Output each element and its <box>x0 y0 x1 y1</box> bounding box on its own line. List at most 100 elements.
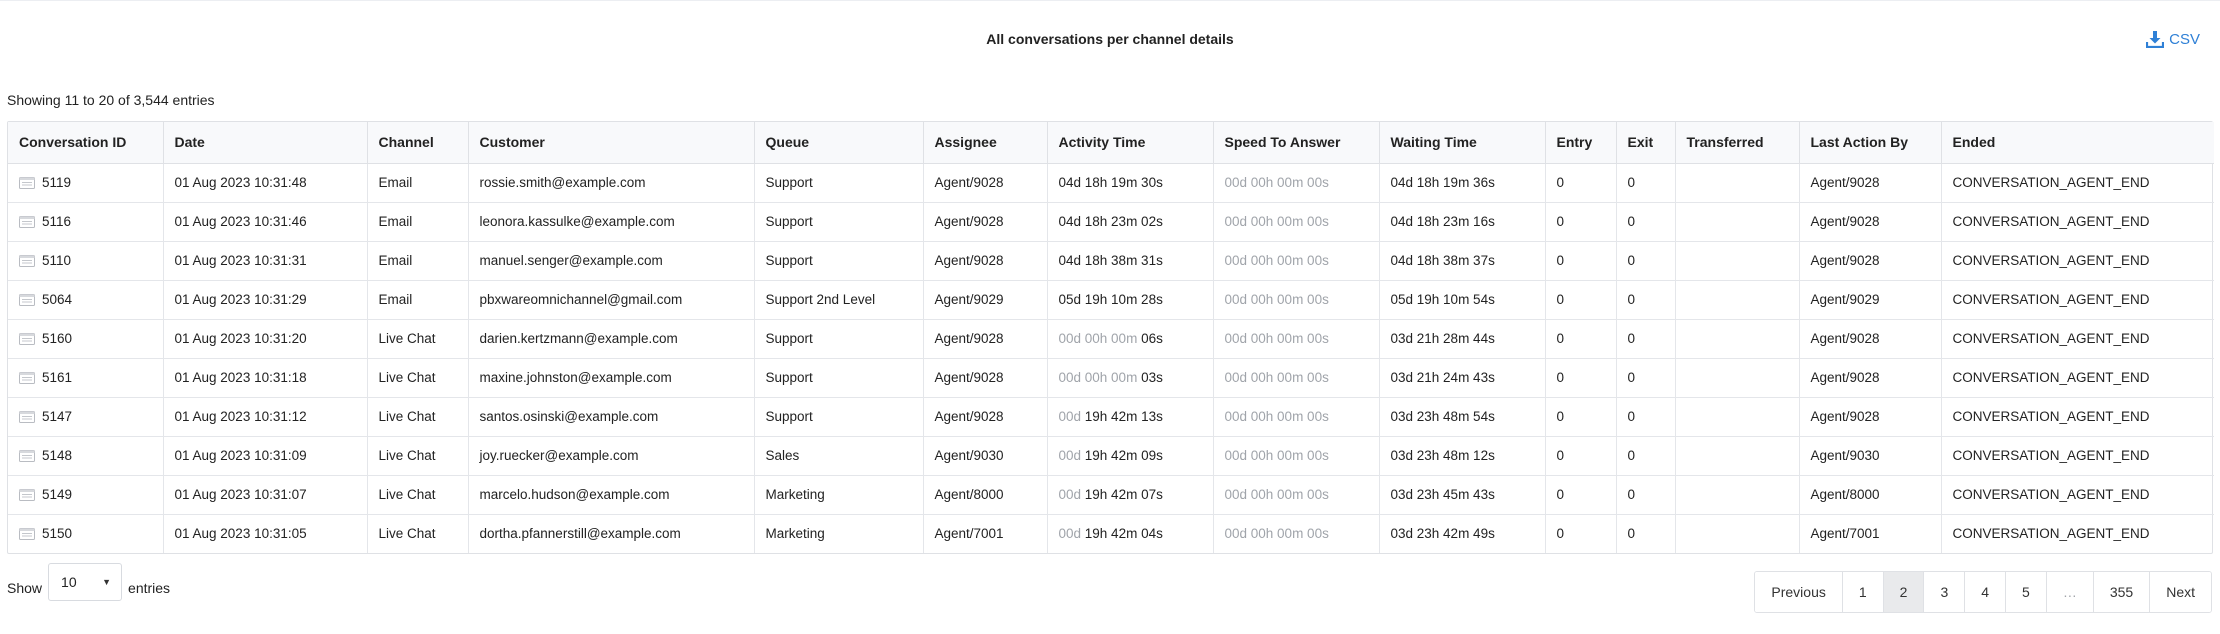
cell-channel: Live Chat <box>367 475 469 515</box>
cell-queue: Support <box>754 163 924 203</box>
table-row[interactable]: 5150 01 Aug 2023 10:31:05 Live Chat dortha.… <box>8 514 2214 553</box>
cell-conversation-id[interactable]: 5149 <box>8 475 164 515</box>
cell-customer: marcelo.hudson@example.com <box>468 475 755 515</box>
cell-entry: 0 <box>1545 475 1617 515</box>
cell-exit: 0 <box>1616 202 1676 242</box>
table-row[interactable]: 5064 01 Aug 2023 10:31:29 Email pbxwareomni… <box>8 280 2214 320</box>
conversation-id: 5161 <box>42 370 73 385</box>
table-header-row: Conversation ID Date Channel Customer Queue A… <box>8 122 2214 164</box>
cell-assignee: Agent/9028 <box>923 319 1048 359</box>
column-header[interactable]: Transferred <box>1675 122 1800 164</box>
cell-conversation-id[interactable]: 5116 <box>8 202 164 242</box>
conversation-id: 5116 <box>42 214 72 229</box>
chat-transcript-icon[interactable] <box>19 410 35 423</box>
next-page-button[interactable]: Next <box>2150 572 2211 612</box>
column-header[interactable]: Activity Time <box>1047 122 1214 164</box>
chat-transcript-icon[interactable] <box>19 215 35 228</box>
conversation-id: 5150 <box>42 526 73 542</box>
table-row[interactable]: 5116 01 Aug 2023 10:31:46 Email leonora.kas… <box>8 202 2214 242</box>
column-header[interactable]: Speed To Answer <box>1213 122 1380 164</box>
column-header[interactable]: Exit <box>1616 122 1676 164</box>
cell-waiting-time: 05d 19h 10m 54s <box>1379 280 1546 320</box>
activity-time-value: 04d 18h 23m 02s <box>1058 214 1163 229</box>
cell-channel: Email <box>367 280 469 320</box>
cell-exit: 0 <box>1616 358 1676 398</box>
column-header[interactable]: Queue <box>754 122 924 164</box>
activity-time-value: 19h 42m 09s <box>1084 448 1163 463</box>
cell-speed-to-answer: 00d 00h 00m 00s <box>1213 241 1380 281</box>
cell-conversation-id[interactable]: 5160 <box>8 319 164 359</box>
length-menu: Show 10 ▼ entries <box>7 563 170 601</box>
cell-channel: Email <box>367 202 469 242</box>
chat-transcript-icon[interactable] <box>19 449 35 462</box>
column-header[interactable]: Conversation ID <box>8 122 164 164</box>
page-button-3[interactable]: 3 <box>1924 572 1966 612</box>
cell-ended: CONVERSATION_AGENT_END <box>1941 475 2214 515</box>
cell-conversation-id[interactable]: 5148 <box>8 436 164 476</box>
activity-time-value: 06s <box>1141 331 1163 346</box>
cell-date: 01 Aug 2023 10:31:31 <box>163 241 368 281</box>
page-button-4[interactable]: 4 <box>1965 572 2007 612</box>
previous-page-button[interactable]: Previous <box>1755 572 1843 612</box>
table-row[interactable]: 5148 01 Aug 2023 10:31:09 Live Chat joy.rue… <box>8 436 2214 476</box>
cell-transferred <box>1675 319 1800 359</box>
chat-transcript-icon[interactable] <box>19 332 35 345</box>
column-header[interactable]: Last Action By <box>1799 122 1942 164</box>
cell-last-action-by: Agent/9028 <box>1799 163 1942 203</box>
cell-activity-time: 04d 18h 23m 02s <box>1047 202 1214 242</box>
cell-date: 01 Aug 2023 10:31:48 <box>163 163 368 203</box>
activity-time-zero-part: 00d <box>1058 487 1085 502</box>
chat-transcript-icon[interactable] <box>19 488 35 501</box>
cell-conversation-id[interactable]: 5147 <box>8 397 164 437</box>
table-row[interactable]: 5161 01 Aug 2023 10:31:18 Live Chat maxine.… <box>8 358 2214 398</box>
column-header[interactable]: Customer <box>468 122 755 164</box>
cell-assignee: Agent/9029 <box>923 280 1048 320</box>
cell-waiting-time: 03d 23h 45m 43s <box>1379 475 1546 515</box>
cell-exit: 0 <box>1616 397 1676 437</box>
table-row[interactable]: 5147 01 Aug 2023 10:31:12 Live Chat santos.… <box>8 397 2214 437</box>
conversation-id: 5119 <box>42 175 72 190</box>
page-button-5[interactable]: 5 <box>2006 572 2047 612</box>
chat-transcript-icon[interactable] <box>19 293 35 306</box>
caret-down-icon: ▼ <box>102 577 112 587</box>
table-row[interactable]: 5160 01 Aug 2023 10:31:20 Live Chat darien.… <box>8 319 2214 359</box>
column-header[interactable]: Entry <box>1545 122 1617 164</box>
page-button-last[interactable]: 355 <box>2093 572 2151 612</box>
pagination-ellipsis: … <box>2046 572 2094 612</box>
table-row[interactable]: 5110 01 Aug 2023 10:31:31 Email manuel.seng… <box>8 241 2214 281</box>
chat-transcript-icon[interactable] <box>19 254 35 267</box>
column-header[interactable]: Assignee <box>923 122 1048 164</box>
chat-transcript-icon[interactable] <box>19 176 35 189</box>
pagination: Previous 1 2 3 4 5 … 355 Next <box>1754 571 2212 613</box>
page-button-1[interactable]: 1 <box>1842 572 1884 612</box>
cell-conversation-id[interactable]: 5161 <box>8 358 164 398</box>
cell-conversation-id[interactable]: 5064 <box>8 280 164 320</box>
cell-conversation-id[interactable]: 5150 <box>8 514 164 553</box>
table-row[interactable]: 5149 01 Aug 2023 10:31:07 Live Chat marcelo… <box>8 475 2214 515</box>
cell-last-action-by: Agent/8000 <box>1799 475 1942 515</box>
cell-date: 01 Aug 2023 10:31:12 <box>163 397 368 437</box>
column-header[interactable]: Ended <box>1941 122 2214 164</box>
column-header[interactable]: Channel <box>367 122 469 164</box>
cell-ended: CONVERSATION_AGENT_END <box>1941 397 2214 437</box>
chat-transcript-icon[interactable] <box>19 371 35 384</box>
cell-entry: 0 <box>1545 241 1617 281</box>
page-size-select[interactable]: 10 ▼ <box>48 563 123 601</box>
cell-speed-to-answer: 00d 00h 00m 00s <box>1213 475 1380 515</box>
cell-waiting-time: 04d 18h 38m 37s <box>1379 241 1546 281</box>
cell-entry: 0 <box>1545 436 1617 476</box>
chat-transcript-icon[interactable] <box>19 527 35 540</box>
cell-assignee: Agent/9028 <box>923 202 1048 242</box>
cell-exit: 0 <box>1616 241 1676 281</box>
activity-time-zero-part: 00d 00h 00m <box>1058 331 1142 346</box>
cell-conversation-id[interactable]: 5119 <box>8 163 164 203</box>
column-header[interactable]: Date <box>163 122 368 164</box>
table-row[interactable]: 5119 01 Aug 2023 10:31:48 Email rossie.smit… <box>8 163 2214 203</box>
csv-export-button[interactable]: CSV <box>2146 30 2200 48</box>
page-button-2[interactable]: 2 <box>1883 572 1925 612</box>
cell-entry: 0 <box>1545 397 1617 437</box>
conversation-id: 5149 <box>42 487 73 502</box>
column-header[interactable]: Waiting Time <box>1379 122 1546 164</box>
cell-speed-to-answer: 00d 00h 00m 00s <box>1213 358 1380 398</box>
cell-conversation-id[interactable]: 5110 <box>8 241 164 281</box>
